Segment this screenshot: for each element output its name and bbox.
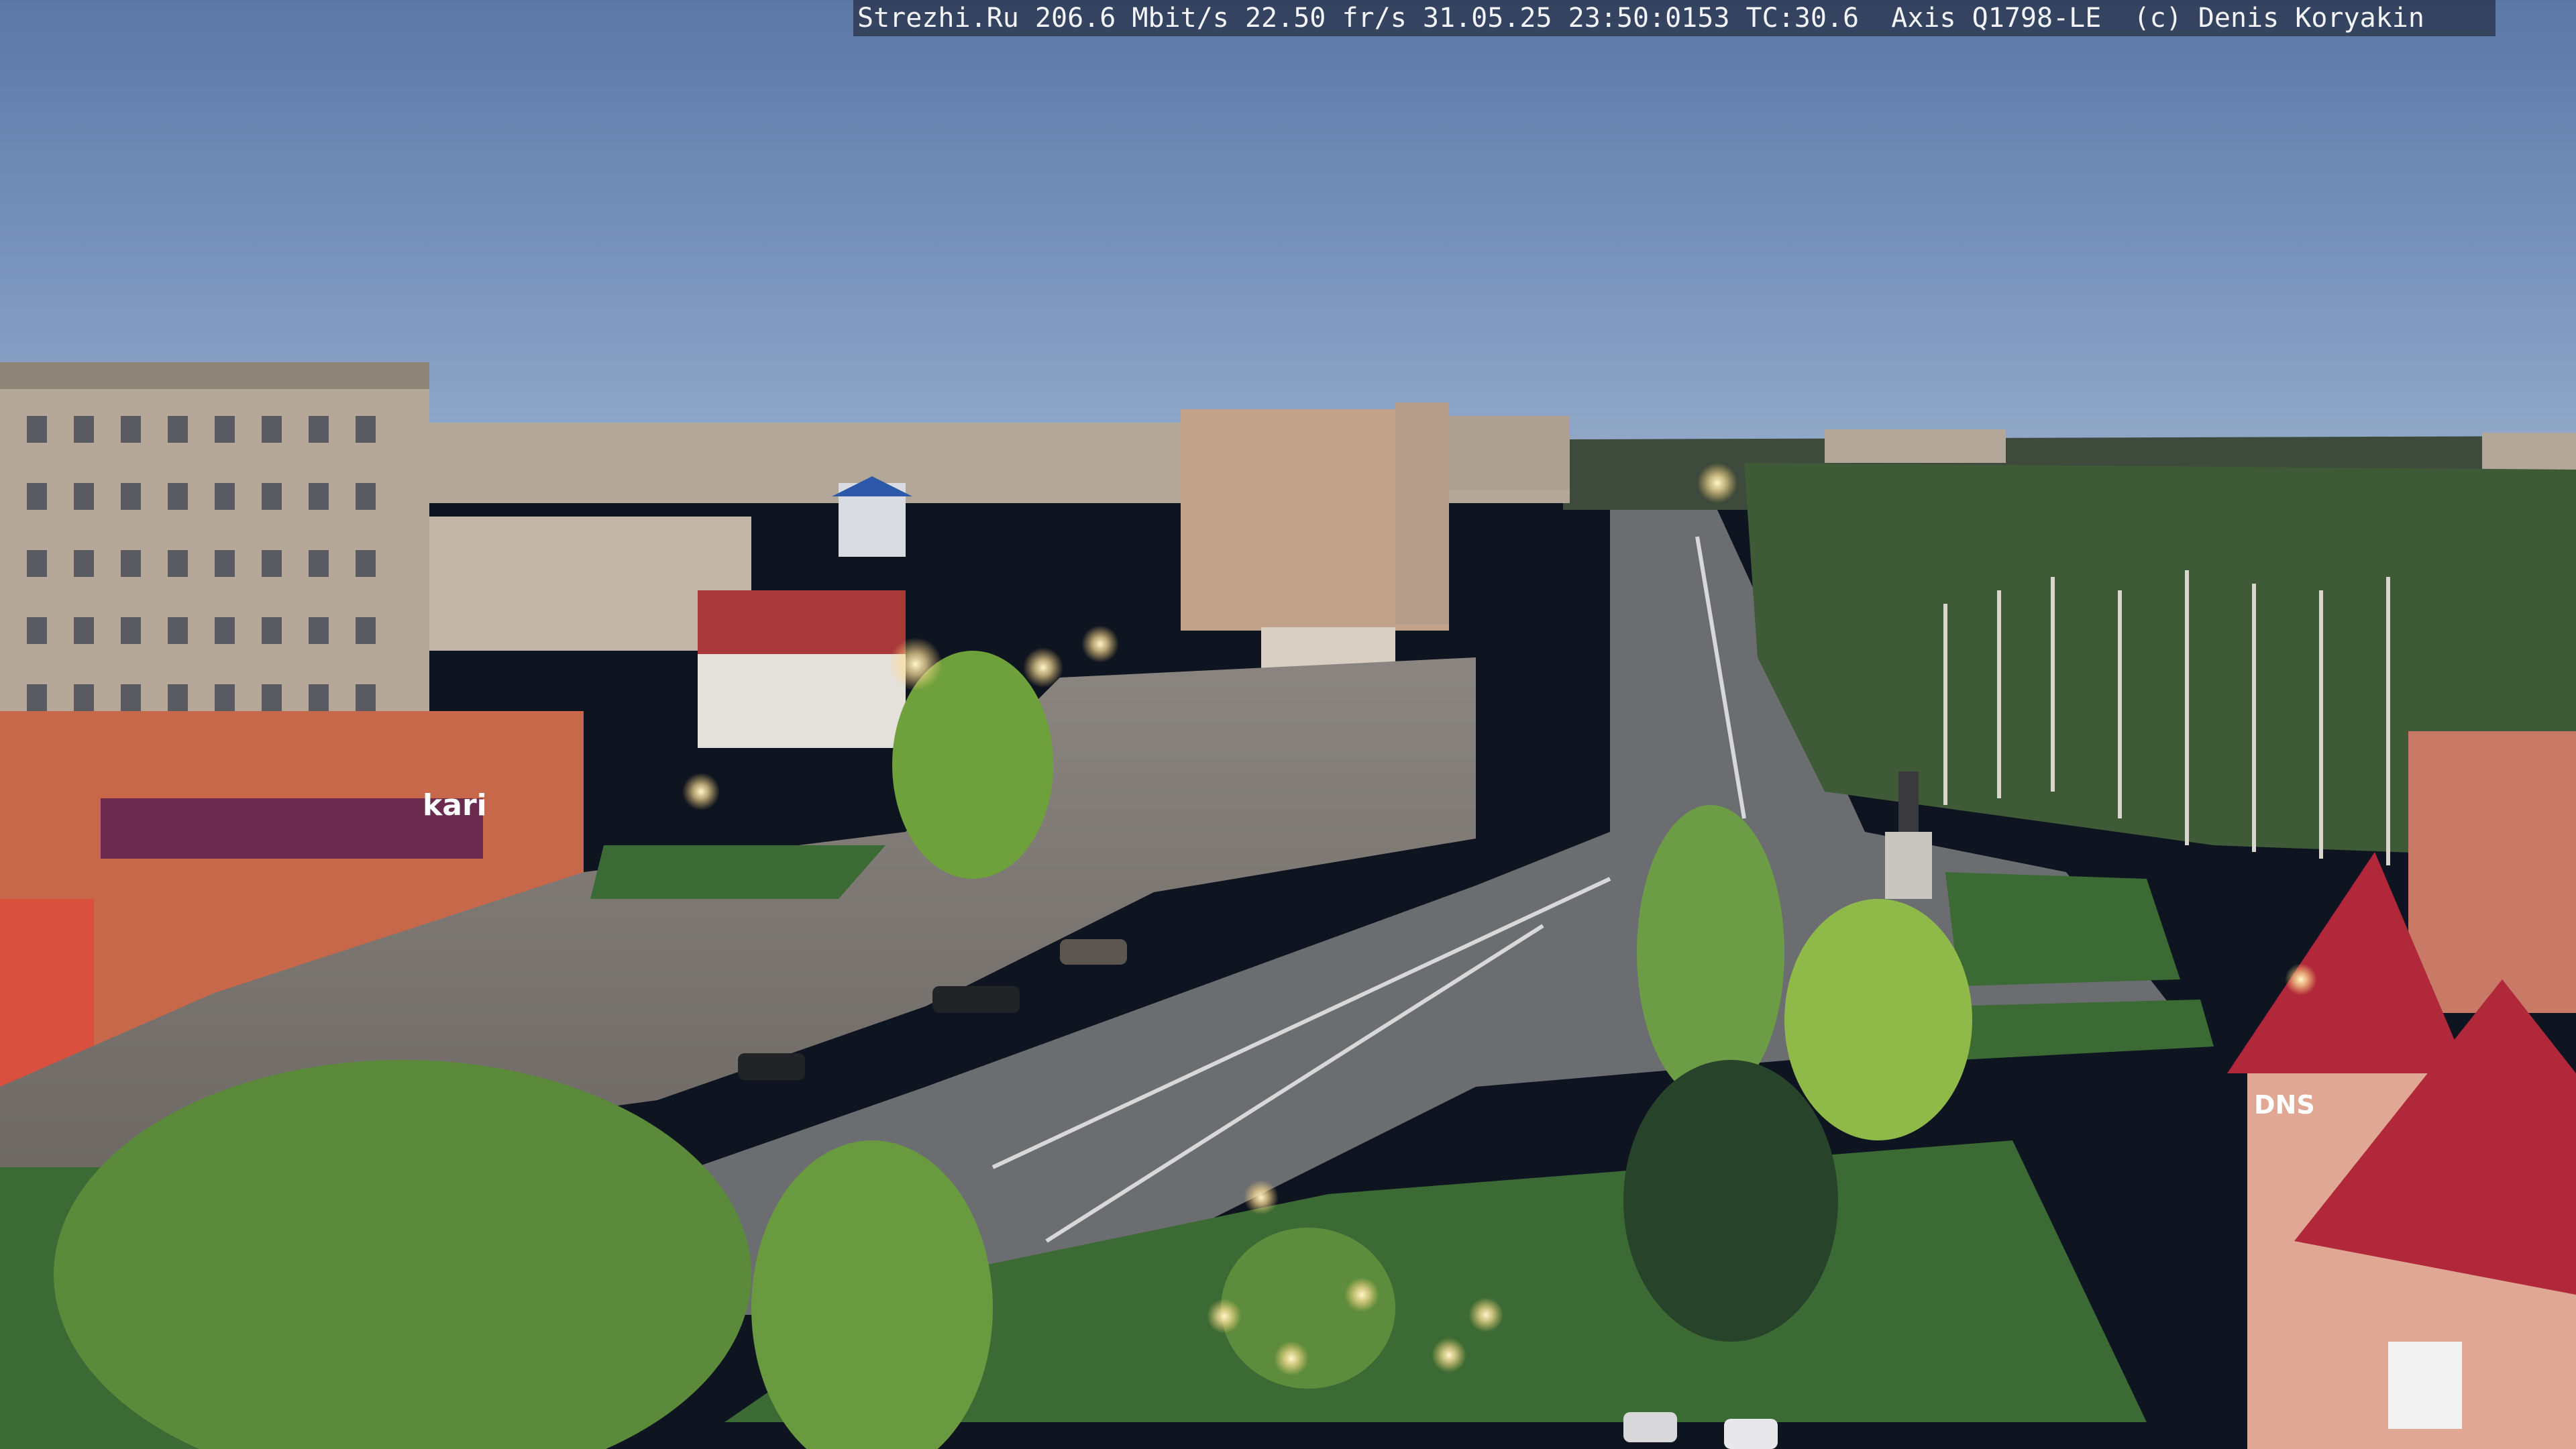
mid-left-buildings [429,476,912,748]
tower-sign-text: DNS [2254,1090,2315,1120]
camera-info-overlay: Strezhi.Ru 206.6 Mbit/s 22.50 fr/s 31.05… [853,0,2496,36]
central-tower-building [1181,402,1570,684]
webcam-scene: kari DNS [0,0,2576,1449]
store-sign-text: kari [423,788,487,822]
